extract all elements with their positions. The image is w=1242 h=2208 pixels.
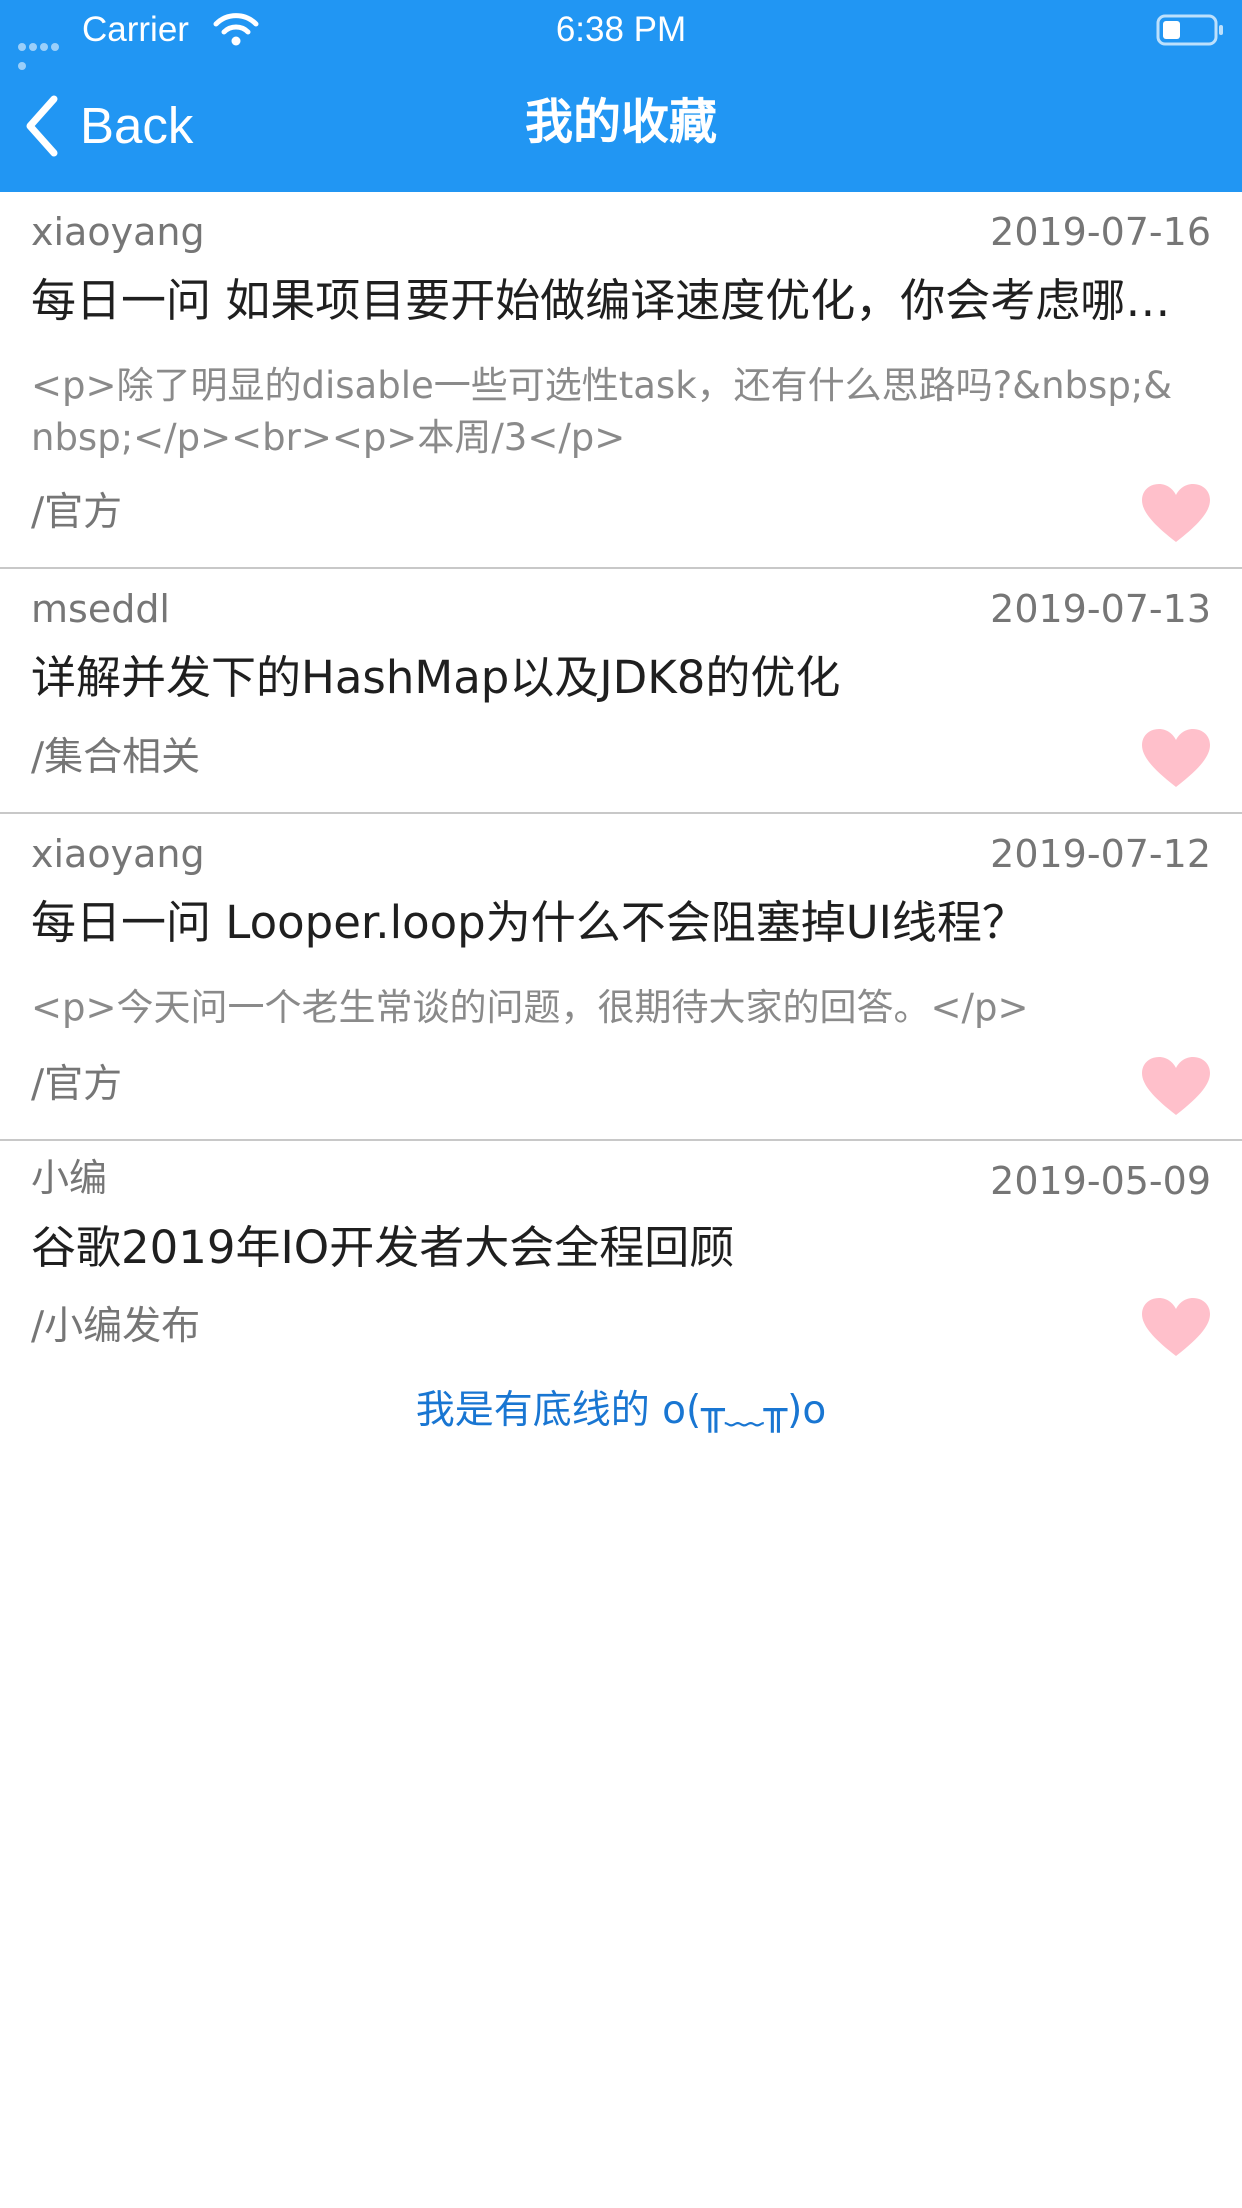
navigation-bar: Back 我的收藏 xyxy=(0,60,1242,192)
item-date: 2019-05-09 xyxy=(990,1159,1211,1203)
item-date: 2019-07-16 xyxy=(990,210,1211,254)
item-author: mseddl xyxy=(31,587,170,631)
item-date: 2019-07-12 xyxy=(990,832,1211,876)
end-of-list-note: 我是有底线的 o(╥﹏╥)o xyxy=(415,1388,827,1433)
page-title: 我的收藏 xyxy=(524,94,717,150)
heart-icon[interactable] xyxy=(1142,1057,1210,1117)
item-title: 谷歌2019年IO开发者大会全程回顾 xyxy=(31,1221,735,1274)
status-time: 6:38 PM xyxy=(555,10,687,49)
item-description: <p>除了明显的disable一些可选性task，还有什么思路吗?&nbsp;&… xyxy=(31,364,1173,459)
item-author: xiaoyang xyxy=(31,210,205,254)
header: Carrier 6:38 PM Back 我的收藏 xyxy=(0,0,1242,192)
heart-icon[interactable] xyxy=(1142,1298,1210,1358)
item-author: 小编 xyxy=(31,1156,108,1200)
status-bar: Carrier 6:38 PM xyxy=(0,0,1242,70)
item-title: 每日一问 如果项目要开始做编译速度优化，你会考虑哪些方面呢？ xyxy=(31,274,1171,327)
list-item[interactable]: 小编 2019-05-09 谷歌2019年IO开发者大会全程回顾 /小编发布 xyxy=(0,1141,1242,1371)
favorites-list: xiaoyang 2019-07-16 每日一问 如果项目要开始做编译速度优化，… xyxy=(0,192,1242,1371)
item-date: 2019-07-13 xyxy=(990,587,1211,631)
heart-icon[interactable] xyxy=(1142,484,1210,544)
item-category: /官方 xyxy=(31,490,123,535)
item-title: 每日一问 Looper.loop为什么不会阻塞掉UI线程？ xyxy=(31,896,1027,949)
item-category: /集合相关 xyxy=(31,735,201,780)
item-category: /官方 xyxy=(31,1062,123,1107)
list-item[interactable]: xiaoyang 2019-07-12 每日一问 Looper.loop为什么不… xyxy=(0,814,1242,1141)
item-author: xiaoyang xyxy=(31,832,205,876)
heart-icon[interactable] xyxy=(1142,729,1210,789)
list-item[interactable]: mseddl 2019-07-13 详解并发下的HashMap以及JDK8的优化… xyxy=(0,569,1242,814)
item-category: /小编发布 xyxy=(31,1304,201,1349)
item-title: 详解并发下的HashMap以及JDK8的优化 xyxy=(31,651,841,704)
favorites-screen: Carrier 6:38 PM Back 我的收藏 xiaoyang 2019-… xyxy=(0,0,1242,2208)
battery-icon xyxy=(1156,14,1223,46)
item-description: <p>今天问一个老生常谈的问题，很期待大家的回答。</p> xyxy=(31,986,1029,1029)
list-item[interactable]: xiaoyang 2019-07-16 每日一问 如果项目要开始做编译速度优化，… xyxy=(0,192,1242,569)
